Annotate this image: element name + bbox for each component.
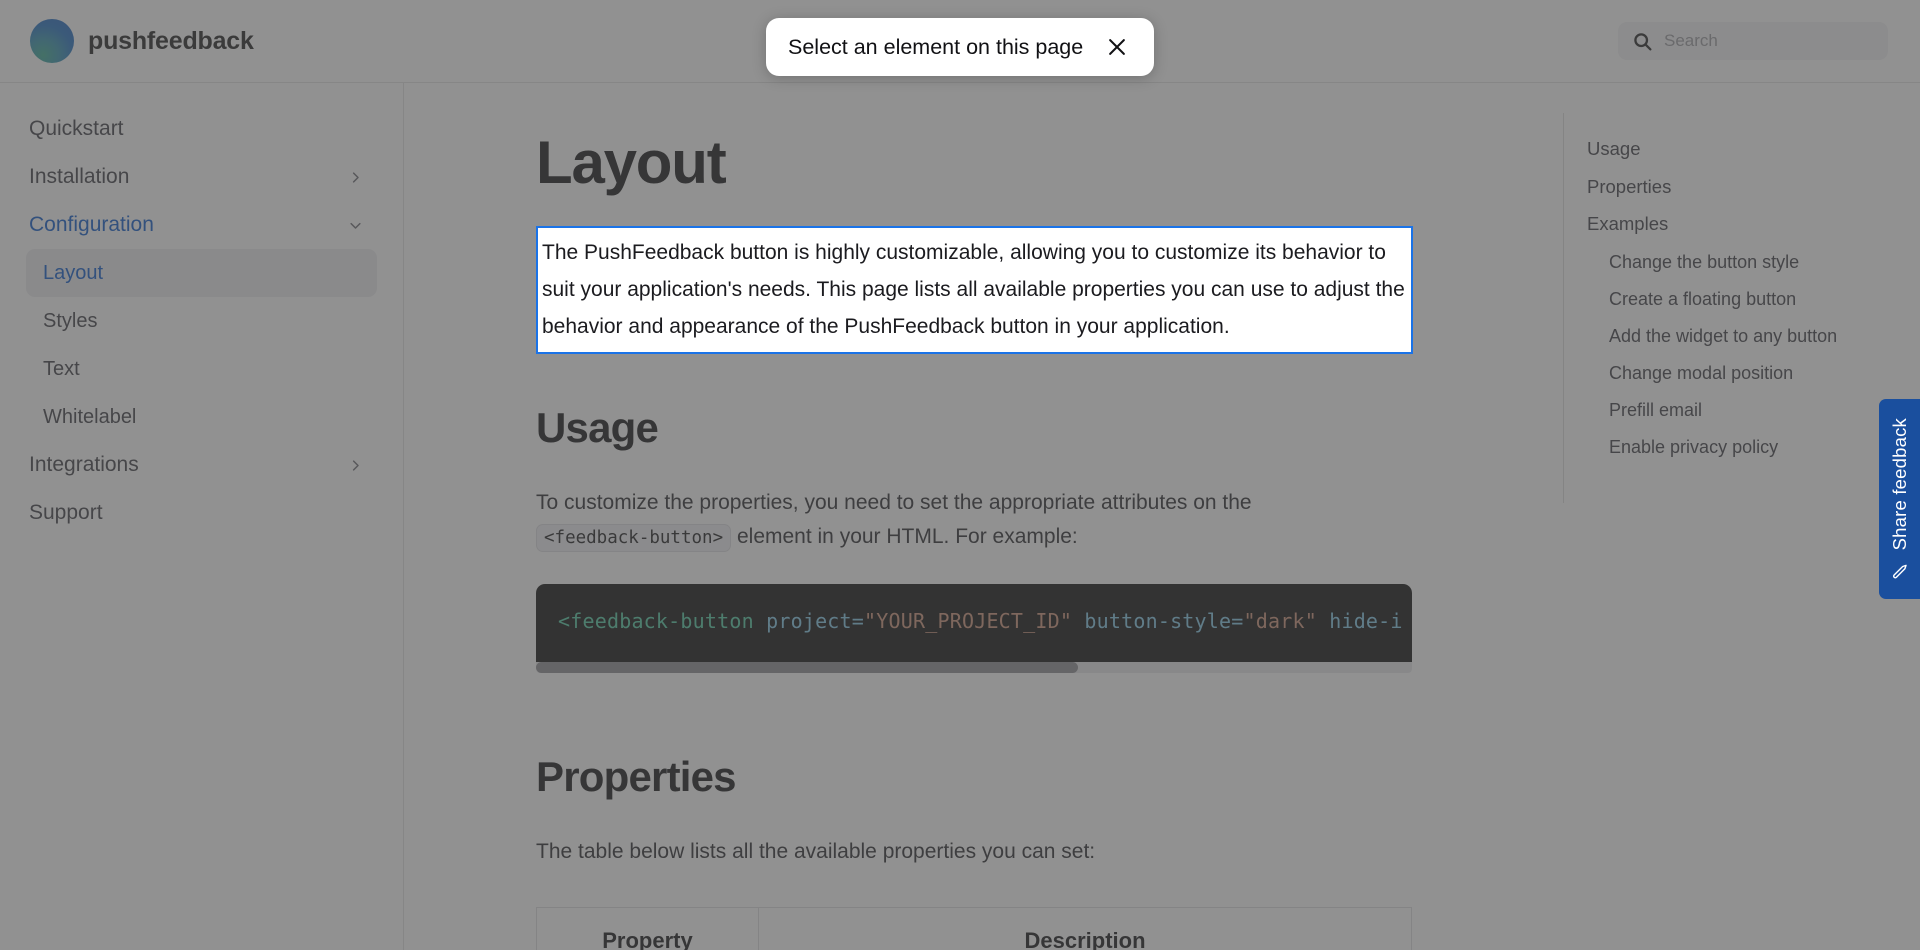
element-selector-dialog: Select an element on this page [766,18,1154,76]
close-button[interactable] [1104,34,1130,60]
app-root: pushfeedback Search Quickstart Installat… [0,0,1920,950]
share-feedback-tab[interactable]: Share feedback [1879,399,1920,599]
pencil-icon [1891,562,1909,580]
selected-element-highlight[interactable]: The PushFeedback button is highly custom… [536,226,1413,355]
close-icon [1109,39,1125,55]
element-selector-message: Select an element on this page [788,34,1084,59]
share-feedback-label: Share feedback [1888,417,1910,551]
intro-paragraph: The PushFeedback button is highly custom… [542,241,1405,338]
element-picker-overlay [0,0,1920,950]
